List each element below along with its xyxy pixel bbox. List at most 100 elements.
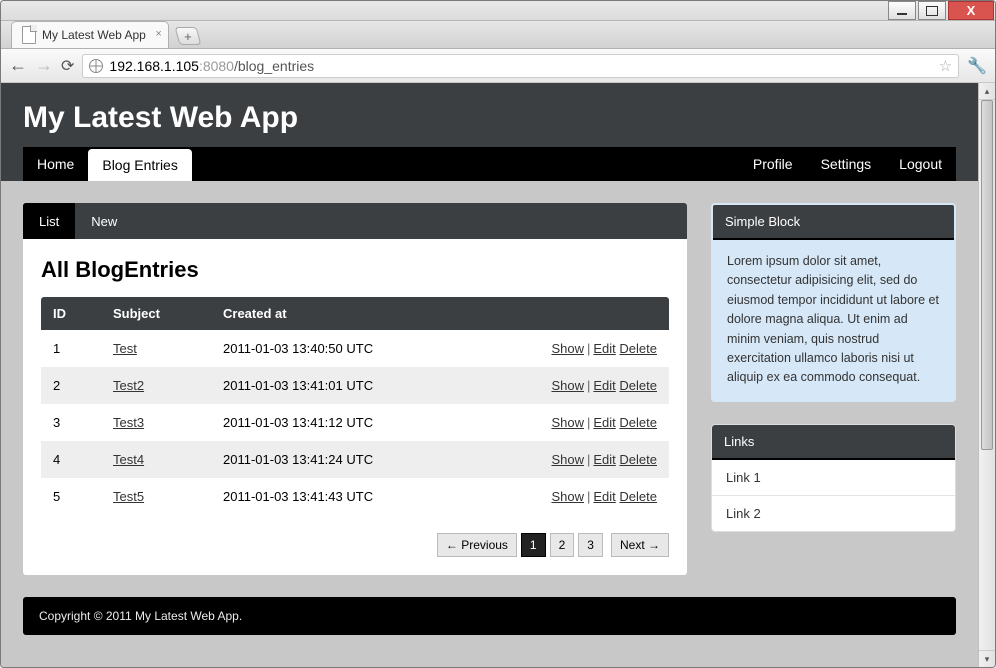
table-row: 5Test52011-01-03 13:41:43 UTCShow|Edit D…	[41, 478, 669, 515]
pagination-next[interactable]: Next →	[611, 533, 669, 557]
scroll-down-arrow-icon[interactable]: ▾	[979, 650, 995, 667]
show-link[interactable]: Show	[551, 489, 584, 504]
cell-id: 3	[41, 404, 101, 441]
cell-id: 5	[41, 478, 101, 515]
action-separator: |	[584, 341, 593, 356]
secondary-nav-list[interactable]: List	[23, 203, 75, 239]
subject-link[interactable]: Test2	[113, 378, 144, 393]
show-link[interactable]: Show	[551, 415, 584, 430]
wrench-menu-icon[interactable]: 🔧	[967, 56, 987, 76]
browser-tab-title: My Latest Web App	[42, 28, 146, 42]
simple-block-title: Simple Block	[713, 205, 954, 240]
nav-item-home[interactable]: Home	[23, 147, 88, 181]
footer: Copyright © 2011 My Latest Web App.	[23, 597, 956, 635]
edit-link[interactable]: Edit	[593, 489, 615, 504]
globe-icon	[89, 59, 103, 73]
subject-link[interactable]: Test3	[113, 415, 144, 430]
cell-subject: Test	[101, 330, 211, 367]
cell-created-at: 2011-01-03 13:41:24 UTC	[211, 441, 509, 478]
col-header-subject: Subject	[101, 297, 211, 330]
subject-link[interactable]: Test5	[113, 489, 144, 504]
url-text: 192.168.1.105:8080/blog_entries	[109, 58, 314, 74]
back-button[interactable]: ←	[9, 55, 27, 76]
pagination-page[interactable]: 1	[521, 533, 546, 557]
edit-link[interactable]: Edit	[593, 378, 615, 393]
main-column: List New All BlogEntries ID Subject	[23, 203, 687, 575]
window-titlebar	[1, 1, 995, 21]
cell-actions: Show|Edit Delete	[509, 330, 669, 367]
pagination-page[interactable]: 3	[578, 533, 603, 557]
cell-subject: Test3	[101, 404, 211, 441]
cell-subject: Test5	[101, 478, 211, 515]
delete-link[interactable]: Delete	[619, 415, 657, 430]
app-title: My Latest Web App	[23, 101, 956, 147]
table-row: 1Test2011-01-03 13:40:50 UTCShow|Edit De…	[41, 330, 669, 367]
cell-created-at: 2011-01-03 13:40:50 UTC	[211, 330, 509, 367]
edit-link[interactable]: Edit	[593, 341, 615, 356]
edit-link[interactable]: Edit	[593, 452, 615, 467]
nav-item-blog-entries[interactable]: Blog Entries	[88, 149, 191, 181]
browser-viewport: My Latest Web App Home Blog Entries Prof…	[1, 83, 995, 667]
reload-button[interactable]: ⟳	[61, 56, 74, 76]
action-separator: |	[584, 452, 593, 467]
cell-id: 1	[41, 330, 101, 367]
window-minimize-button[interactable]	[888, 1, 916, 20]
pagination: ← Previous 123 Next →	[41, 533, 669, 557]
sidebar-link[interactable]: Link 2	[712, 496, 955, 531]
address-bar[interactable]: 192.168.1.105:8080/blog_entries ☆	[82, 54, 959, 78]
cell-actions: Show|Edit Delete	[509, 478, 669, 515]
app-header: My Latest Web App Home Blog Entries Prof…	[1, 83, 978, 181]
bookmark-star-icon[interactable]: ☆	[939, 57, 952, 75]
browser-tabstrip: My Latest Web App × +	[1, 21, 995, 49]
nav-item-settings[interactable]: Settings	[807, 147, 886, 181]
vertical-scrollbar[interactable]: ▴ ▾	[978, 83, 995, 667]
sidebar: Simple Block Lorem ipsum dolor sit amet,…	[711, 203, 956, 554]
page-icon	[22, 26, 36, 44]
cell-created-at: 2011-01-03 13:41:12 UTC	[211, 404, 509, 441]
cell-id: 4	[41, 441, 101, 478]
browser-tab[interactable]: My Latest Web App ×	[11, 21, 169, 48]
show-link[interactable]: Show	[551, 452, 584, 467]
forward-button[interactable]: →	[35, 55, 53, 76]
pagination-prev[interactable]: ← Previous	[437, 533, 517, 557]
window-close-button[interactable]	[948, 1, 994, 20]
table-row: 2Test22011-01-03 13:41:01 UTCShow|Edit D…	[41, 367, 669, 404]
url-host: 192.168.1.105	[109, 58, 199, 74]
sidebar-link[interactable]: Link 1	[712, 460, 955, 496]
cell-actions: Show|Edit Delete	[509, 441, 669, 478]
nav-item-logout[interactable]: Logout	[885, 147, 956, 181]
scroll-track[interactable]	[979, 450, 995, 650]
window-maximize-button[interactable]	[918, 1, 946, 20]
browser-window: My Latest Web App × + ← → ⟳ 192.168.1.10…	[0, 0, 996, 668]
cell-id: 2	[41, 367, 101, 404]
secondary-nav-new[interactable]: New	[75, 203, 133, 239]
edit-link[interactable]: Edit	[593, 415, 615, 430]
url-path: /blog_entries	[234, 58, 314, 74]
action-separator: |	[584, 489, 593, 504]
subject-link[interactable]: Test4	[113, 452, 144, 467]
delete-link[interactable]: Delete	[619, 341, 657, 356]
col-header-actions	[509, 297, 669, 330]
scroll-up-arrow-icon[interactable]: ▴	[979, 83, 995, 100]
subject-link[interactable]: Test	[113, 341, 137, 356]
page-body: List New All BlogEntries ID Subject	[1, 181, 978, 597]
delete-link[interactable]: Delete	[619, 489, 657, 504]
col-header-id: ID	[41, 297, 101, 330]
tab-close-icon[interactable]: ×	[155, 28, 161, 40]
nav-item-profile[interactable]: Profile	[739, 147, 807, 181]
pagination-page[interactable]: 2	[550, 533, 575, 557]
show-link[interactable]: Show	[551, 378, 584, 393]
table-row: 4Test42011-01-03 13:41:24 UTCShow|Edit D…	[41, 441, 669, 478]
delete-link[interactable]: Delete	[619, 452, 657, 467]
action-separator: |	[584, 415, 593, 430]
browser-toolbar: ← → ⟳ 192.168.1.105:8080/blog_entries ☆ …	[1, 49, 995, 83]
scroll-thumb[interactable]	[981, 100, 993, 450]
content-card: All BlogEntries ID Subject Created at	[23, 239, 687, 575]
page-heading: All BlogEntries	[41, 257, 669, 283]
new-tab-button[interactable]: +	[174, 27, 201, 45]
entries-table: ID Subject Created at 1 Test 2011-01-03 13…	[41, 297, 669, 515]
show-link[interactable]: Show	[551, 341, 584, 356]
delete-link[interactable]: Delete	[619, 378, 657, 393]
col-header-created-at: Created at	[211, 297, 509, 330]
simple-block-body: Lorem ipsum dolor sit amet, consectetur …	[713, 240, 954, 400]
